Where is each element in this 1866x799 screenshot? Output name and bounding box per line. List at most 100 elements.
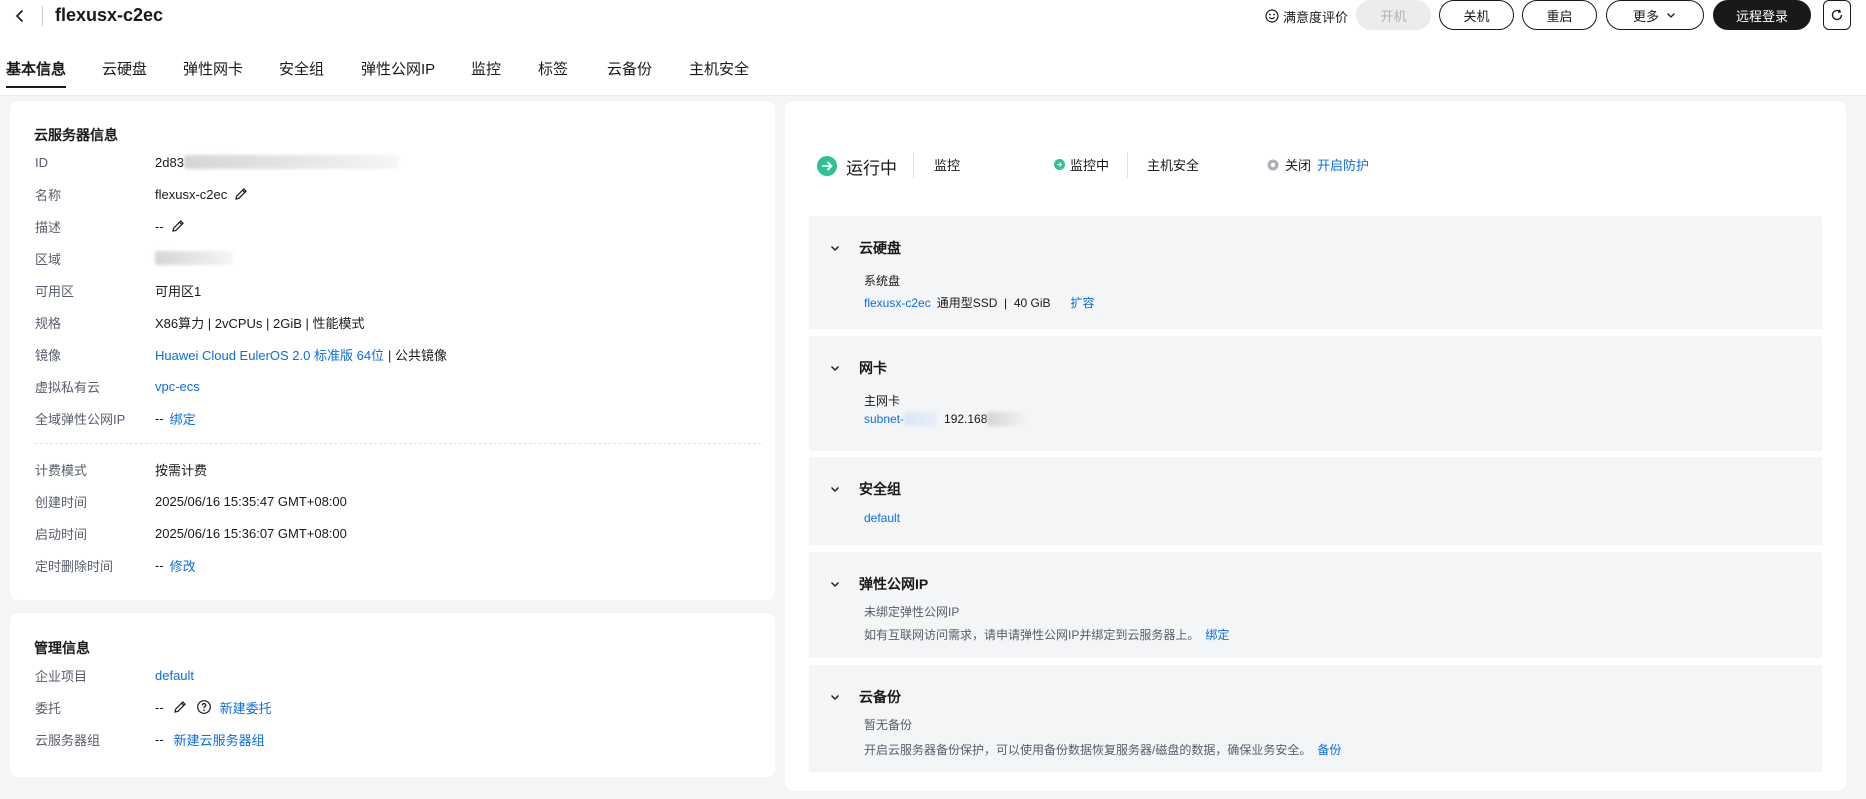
- nic-section: 网卡 主网卡 subnet- 192.168: [809, 336, 1822, 451]
- help-icon[interactable]: [196, 699, 212, 715]
- image-link[interactable]: Huawei Cloud EulerOS 2.0 标准版 64位: [155, 345, 384, 364]
- row-image: 镜像 Huawei Cloud EulerOS 2.0 标准版 64位 | 公共镜…: [35, 344, 447, 364]
- eip-bind-link[interactable]: 绑定: [1205, 626, 1229, 643]
- row-server-group: 云服务器组 -- 新建云服务器组: [35, 729, 265, 749]
- image-suffix: | 公共镜像: [388, 347, 448, 363]
- desc-label: 描述: [35, 219, 62, 235]
- gip-label: 全域弹性公网IP: [35, 411, 126, 427]
- eip-section: 弹性公网IP 未绑定弹性公网IP 如有互联网访问需求，请申请弹性公网IP并绑定到…: [809, 552, 1822, 658]
- remote-login-button[interactable]: 远程登录: [1713, 0, 1811, 30]
- backup-section-header[interactable]: 云备份: [829, 687, 901, 707]
- desc-value: --: [155, 218, 164, 234]
- tab-backup[interactable]: 云备份: [607, 60, 652, 80]
- row-agency: 委托 -- 新建委托: [35, 697, 272, 717]
- tab-security-group[interactable]: 安全组: [279, 60, 324, 80]
- tab-eip[interactable]: 弹性公网IP: [361, 60, 435, 80]
- nic-sub: 主网卡: [864, 394, 901, 408]
- expand-disk-link[interactable]: 扩容: [1071, 294, 1095, 311]
- monitor-ok-icon: [1054, 159, 1065, 170]
- az-value: 可用区1: [155, 283, 202, 299]
- billing-value: 按需计费: [155, 462, 208, 478]
- row-vpc: 虚拟私有云 vpc-ecs: [35, 376, 200, 396]
- disk-link[interactable]: flexusx-c2ec: [864, 296, 931, 310]
- region-redacted: [155, 251, 233, 265]
- sg-default-link[interactable]: default: [864, 511, 900, 525]
- group-value: --: [155, 731, 164, 747]
- started-value: 2025/06/16 15:36:07 GMT+08:00: [155, 525, 347, 541]
- chevron-down-icon: [831, 695, 839, 700]
- server-info-title: 云服务器信息: [34, 127, 118, 143]
- region-label: 区域: [35, 251, 62, 267]
- row-az: 可用区 可用区1: [35, 280, 201, 300]
- survey-link[interactable]: 满意度评价: [1265, 4, 1348, 28]
- agency-value: --: [155, 699, 164, 715]
- stop-button[interactable]: 关机: [1439, 0, 1514, 30]
- eip-desc-line: 如有互联网访问需求，请申请弹性公网IP并绑定到云服务器上。 绑定: [864, 626, 1229, 643]
- smile-icon: [1265, 9, 1279, 23]
- more-label: 更多: [1632, 8, 1659, 24]
- subnet-link[interactable]: subnet-: [864, 412, 904, 426]
- edit-icon[interactable]: [172, 699, 188, 715]
- billing-label: 计费模式: [35, 462, 88, 478]
- name-label: 名称: [35, 187, 62, 203]
- row-description: 描述 --: [35, 216, 186, 236]
- hss-status: 关闭 开启防护: [1267, 155, 1369, 174]
- created-value: 2025/06/16 15:35:47 GMT+08:00: [155, 493, 347, 509]
- sg-section-title: 安全组: [859, 481, 901, 497]
- hss-value: 关闭: [1285, 158, 1312, 173]
- title-separator: [42, 6, 43, 26]
- more-button[interactable]: 更多: [1606, 0, 1704, 30]
- status-separator: [913, 152, 914, 178]
- refresh-button[interactable]: [1823, 0, 1851, 30]
- refresh-icon: [1831, 9, 1843, 21]
- backup-link[interactable]: 备份: [1317, 741, 1341, 758]
- row-region: 区域: [35, 248, 233, 268]
- new-server-group-link[interactable]: 新建云服务器组: [174, 730, 265, 749]
- tab-nic[interactable]: 弹性网卡: [183, 60, 243, 80]
- row-name: 名称 flexusx-c2ec: [35, 184, 249, 204]
- tabs-divider: [0, 95, 1866, 96]
- delete-modify-link[interactable]: 修改: [170, 556, 196, 575]
- disk-section-header[interactable]: 云硬盘: [829, 238, 901, 258]
- hss-off-icon: [1267, 159, 1279, 170]
- tab-disk[interactable]: 云硬盘: [102, 60, 147, 80]
- gip-value: --: [155, 410, 164, 426]
- monitor-status: 监控中: [1054, 155, 1109, 174]
- disk-section: 云硬盘 系统盘 flexusx-c2ec 通用型SSD | 40 GiB 扩容: [809, 216, 1822, 329]
- tab-basic-info[interactable]: 基本信息: [6, 60, 67, 88]
- chevron-down-icon: [831, 582, 839, 587]
- row-scheduled-delete: 定时删除时间 -- 修改: [35, 555, 196, 575]
- eip-section-header[interactable]: 弹性公网IP: [829, 574, 928, 594]
- tab-host-security[interactable]: 主机安全: [689, 60, 749, 80]
- subnet-redacted: [904, 412, 939, 426]
- gip-bind-link[interactable]: 绑定: [170, 409, 196, 428]
- back-icon[interactable]: [8, 4, 32, 28]
- disk-sub: 系统盘: [864, 274, 901, 288]
- vpc-label: 虚拟私有云: [35, 379, 101, 395]
- edit-icon[interactable]: [170, 218, 186, 234]
- running-status-label: 运行中: [846, 158, 897, 178]
- start-button[interactable]: 开机: [1356, 0, 1431, 30]
- sg-section-header[interactable]: 安全组: [829, 479, 901, 499]
- nic-section-header[interactable]: 网卡: [829, 358, 887, 378]
- vpc-link[interactable]: vpc-ecs: [155, 379, 200, 394]
- group-label: 云服务器组: [35, 732, 101, 748]
- monitor-value: 监控中: [1070, 158, 1110, 173]
- security-group-section: 安全组 default: [809, 457, 1822, 545]
- nic-ip: 192.168: [944, 412, 988, 426]
- restart-button[interactable]: 重启: [1522, 0, 1597, 30]
- new-agency-link[interactable]: 新建委托: [220, 698, 272, 717]
- enable-protection-link[interactable]: 开启防护: [1317, 155, 1369, 174]
- tab-monitor[interactable]: 监控: [471, 60, 501, 80]
- spec-value: X86算力 | 2vCPUs | 2GiB | 性能模式: [155, 315, 365, 331]
- id-value: 2d83: [155, 154, 184, 170]
- tab-tags[interactable]: 标签: [538, 60, 568, 80]
- edit-icon[interactable]: [233, 186, 249, 202]
- hss-label: 主机安全: [1147, 158, 1200, 173]
- nic-line: subnet- 192.168: [864, 412, 1030, 426]
- backup-desc: 开启云服务器备份保护，可以使用备份数据恢复服务器/磁盘的数据，确保业务安全。: [864, 743, 1312, 757]
- row-billing: 计费模式 按需计费: [35, 459, 207, 479]
- chevron-down-icon: [831, 246, 839, 251]
- project-link[interactable]: default: [155, 668, 194, 683]
- row-started: 启动时间 2025/06/16 15:36:07 GMT+08:00: [35, 523, 347, 543]
